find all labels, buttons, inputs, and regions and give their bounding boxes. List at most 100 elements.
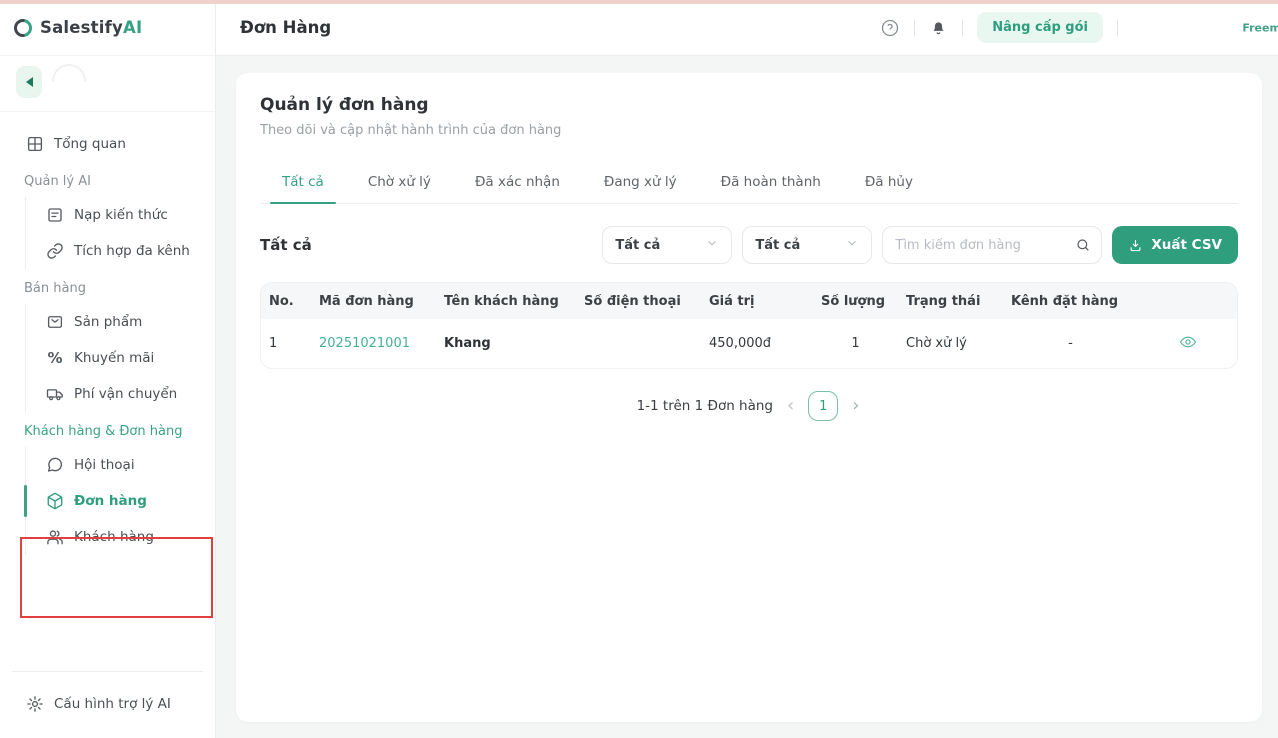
- chevron-down-icon: [705, 236, 719, 254]
- sidebar-item-orders[interactable]: Đơn hàng: [26, 483, 215, 519]
- brand-logo-icon: [14, 19, 32, 37]
- tab-completed[interactable]: Đã hoàn thành: [699, 164, 843, 203]
- col-status: Trạng thái: [898, 294, 1003, 309]
- export-csv-label: Xuất CSV: [1151, 237, 1222, 253]
- tab-all[interactable]: Tất cả: [260, 164, 346, 203]
- tab-pending[interactable]: Chờ xử lý: [346, 164, 453, 203]
- orders-card: Quản lý đơn hàng Theo dõi và cập nhật hà…: [236, 73, 1262, 722]
- gear-icon: [26, 695, 44, 713]
- sidebar-item-label: Phí vận chuyển: [74, 386, 177, 402]
- sidebar-item-label: Cấu hình trợ lý AI: [54, 696, 171, 712]
- divider: [914, 20, 915, 36]
- screenshot-top-border: [0, 0, 1278, 4]
- app-root: SalestifyAI Tổng quan Quản lý AI: [0, 0, 1278, 738]
- sidebar-header: [0, 56, 215, 112]
- cell-customer: Khang: [436, 336, 576, 351]
- cube-icon: [46, 492, 64, 510]
- prev-page-button[interactable]: ‹: [785, 397, 796, 415]
- grid-icon: [26, 135, 44, 153]
- sidebar-item-label: Tích hợp đa kênh: [74, 243, 190, 259]
- sidebar: SalestifyAI Tổng quan Quản lý AI: [0, 0, 216, 738]
- sidebar-item-label: Sản phẩm: [74, 314, 142, 330]
- avatar-placeholder: [52, 64, 86, 81]
- status-tabs: Tất cả Chờ xử lý Đã xác nhận Đang xử lý …: [260, 164, 1238, 204]
- view-order-button[interactable]: [1179, 333, 1197, 351]
- dropdown-value: Tất cả: [615, 238, 660, 253]
- help-button[interactable]: [880, 18, 900, 38]
- order-search: [882, 226, 1102, 264]
- col-channel: Kênh đặt hàng: [1003, 294, 1138, 309]
- sidebar-item-shipping[interactable]: Phí vận chuyển: [26, 376, 215, 412]
- chevron-down-icon: [845, 236, 859, 254]
- search-input[interactable]: [895, 238, 1075, 253]
- sidebar-item-knowledge[interactable]: Nạp kiến thức: [26, 197, 215, 233]
- bell-icon: [929, 18, 948, 37]
- search-icon[interactable]: [1075, 237, 1091, 253]
- col-quantity: Số lượng: [813, 294, 898, 309]
- page-subtitle: Theo dõi và cập nhật hành trình của đơn …: [260, 123, 1238, 138]
- eye-icon: [1179, 333, 1197, 351]
- page-title: Quản lý đơn hàng: [260, 95, 1238, 115]
- users-icon: [46, 528, 64, 546]
- export-csv-button[interactable]: Xuất CSV: [1112, 226, 1238, 264]
- filter-dropdown-1[interactable]: Tất cả: [602, 226, 732, 264]
- logo[interactable]: SalestifyAI: [0, 0, 215, 56]
- sidebar-item-label: Khách hàng: [74, 529, 154, 545]
- section-label-customers-orders: Khách hàng & Đơn hàng: [0, 412, 215, 447]
- chevron-left-icon: [26, 77, 33, 87]
- sidebar-item-label: Đơn hàng: [74, 493, 147, 509]
- col-phone: Số điện thoại: [576, 294, 701, 309]
- content-area: Quản lý đơn hàng Theo dõi và cập nhật hà…: [216, 56, 1278, 738]
- sidebar-item-overview[interactable]: Tổng quan: [0, 126, 215, 162]
- next-page-button[interactable]: ›: [850, 397, 861, 415]
- sidebar-item-promotions[interactable]: % Khuyến mãi: [26, 340, 215, 376]
- cell-value: 450,000đ: [701, 336, 813, 351]
- sidebar-item-label: Tổng quan: [54, 136, 126, 152]
- sidebar-item-products[interactable]: Sản phẩm: [26, 304, 215, 340]
- order-id-link[interactable]: 20251021001: [311, 336, 436, 351]
- filter-section-label: Tất cả: [260, 236, 312, 254]
- tab-confirmed[interactable]: Đã xác nhận: [453, 164, 582, 203]
- sidebar-nav: Tổng quan Quản lý AI Nạp kiến thức Tích …: [0, 112, 215, 661]
- document-icon: [46, 206, 64, 224]
- col-customer: Tên khách hàng: [436, 294, 576, 309]
- divider: [962, 20, 963, 36]
- sidebar-item-conversations[interactable]: Hội thoại: [26, 447, 215, 483]
- filter-dropdown-2[interactable]: Tất cả: [742, 226, 872, 264]
- sidebar-item-ai-config[interactable]: Cấu hình trợ lý AI: [0, 686, 215, 722]
- help-icon: [880, 18, 900, 38]
- filter-controls: Tất cả Tất cả: [602, 226, 1238, 264]
- section-label-ai: Quản lý AI: [0, 162, 215, 197]
- package-icon: [46, 313, 64, 331]
- notifications-button[interactable]: [929, 18, 948, 37]
- page-header-title: Đơn Hàng: [240, 18, 331, 37]
- upgrade-plan-button[interactable]: Nâng cấp gói: [977, 12, 1103, 43]
- nav-group-customers-orders: Hội thoại Đơn hàng Khách hàng: [25, 447, 215, 555]
- main-area: Đơn Hàng Nâng cấp gói Freemium Quản lý đ…: [216, 0, 1278, 738]
- tab-cancelled[interactable]: Đã hủy: [843, 164, 935, 203]
- plan-badge: Freemium: [1242, 21, 1278, 34]
- cell-no: 1: [261, 336, 311, 351]
- sidebar-item-label: Hội thoại: [74, 457, 135, 473]
- filter-row: Tất cả Tất cả Tất cả: [260, 226, 1238, 264]
- tab-processing[interactable]: Đang xử lý: [582, 164, 699, 203]
- active-indicator: [24, 485, 27, 517]
- sidebar-collapse-button[interactable]: [16, 66, 42, 98]
- orders-table: No. Mã đơn hàng Tên khách hàng Số điện t…: [260, 282, 1238, 369]
- section-label-sales: Bán hàng: [0, 269, 215, 304]
- sidebar-item-customers[interactable]: Khách hàng: [26, 519, 215, 555]
- cell-quantity: 1: [813, 336, 898, 351]
- percent-icon: %: [46, 349, 64, 367]
- pagination-summary: 1-1 trên 1 Đơn hàng: [637, 398, 773, 414]
- col-value: Giá trị: [701, 294, 813, 309]
- nav-group-ai: Nạp kiến thức Tích hợp đa kênh: [25, 197, 215, 269]
- table-row: 1 20251021001 Khang 450,000đ 1 Chờ xử lý…: [261, 319, 1237, 368]
- table-header-row: No. Mã đơn hàng Tên khách hàng Số điện t…: [261, 283, 1237, 319]
- sidebar-item-integrations[interactable]: Tích hợp đa kênh: [26, 233, 215, 269]
- page-number-button[interactable]: 1: [808, 391, 838, 421]
- col-order-id: Mã đơn hàng: [311, 294, 436, 309]
- sidebar-item-label: Khuyến mãi: [74, 350, 154, 366]
- sidebar-footer: Cấu hình trợ lý AI: [0, 661, 215, 738]
- download-icon: [1128, 238, 1143, 253]
- cell-channel: -: [1003, 336, 1138, 351]
